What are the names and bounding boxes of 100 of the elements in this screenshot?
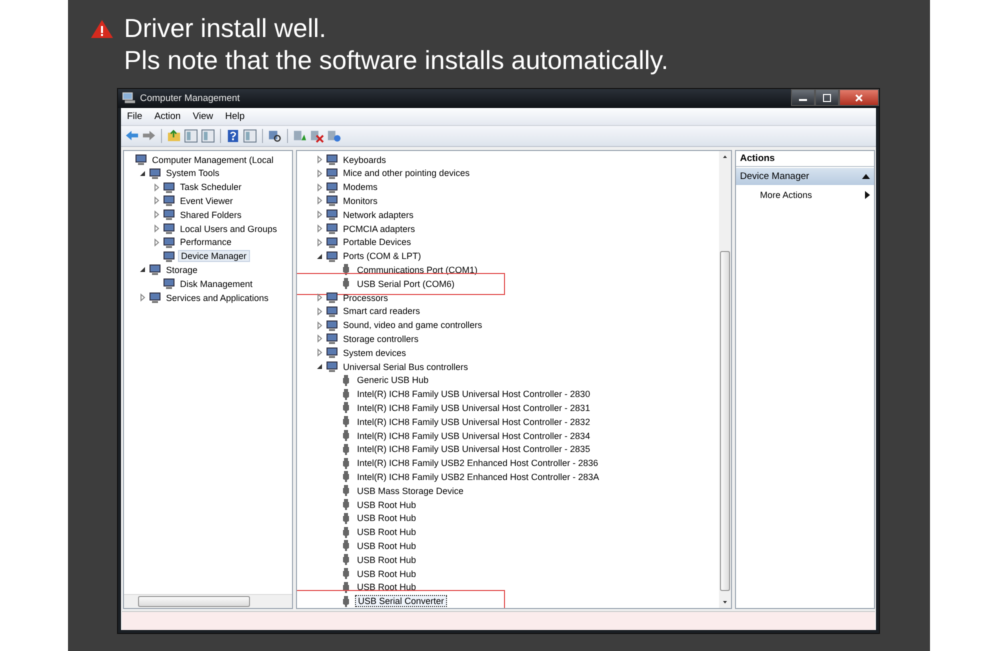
tree-item[interactable]: Device Manager bbox=[178, 250, 250, 262]
collapsed-arrow-icon[interactable] bbox=[152, 196, 161, 206]
tree-item[interactable]: Processors bbox=[341, 292, 390, 303]
tree-item[interactable]: Ports (COM & LPT) bbox=[341, 251, 424, 262]
tree-item[interactable]: Performance bbox=[178, 237, 234, 248]
usb-plug-icon bbox=[340, 458, 352, 469]
device-icon bbox=[163, 278, 175, 290]
tree-item[interactable]: Task Scheduler bbox=[178, 182, 244, 192]
tree-item[interactable]: Monitors bbox=[341, 196, 380, 206]
collapsed-arrow-icon[interactable] bbox=[152, 238, 161, 247]
tree-item[interactable]: System devices bbox=[341, 348, 408, 358]
collapsed-arrow-icon[interactable] bbox=[315, 320, 324, 330]
expanded-arrow-icon[interactable] bbox=[315, 252, 324, 261]
collapsed-arrow-icon[interactable] bbox=[152, 210, 161, 220]
collapsed-arrow-icon[interactable] bbox=[315, 224, 324, 234]
expanded-arrow-icon[interactable] bbox=[138, 168, 147, 178]
collapsed-arrow-icon[interactable] bbox=[315, 182, 324, 192]
tree-item[interactable]: USB Root Hub bbox=[355, 540, 418, 551]
properties-icon[interactable] bbox=[201, 128, 215, 143]
actions-group-header[interactable]: Device Manager bbox=[736, 168, 874, 185]
tree-item[interactable]: USB Serial Port (COM6) bbox=[355, 278, 457, 289]
console-tree-icon[interactable] bbox=[184, 128, 198, 143]
collapsed-arrow-icon[interactable] bbox=[152, 182, 161, 192]
tree-item[interactable]: Network adapters bbox=[341, 210, 416, 220]
back-arrow-icon[interactable] bbox=[125, 128, 139, 143]
device-category-icon bbox=[326, 361, 338, 372]
tree-item[interactable]: Computer Management (Local bbox=[150, 154, 276, 165]
vertical-scrollbar[interactable] bbox=[719, 150, 731, 608]
tree-item[interactable]: USB Root Hub bbox=[355, 554, 418, 565]
horizontal-scrollbar[interactable] bbox=[124, 594, 292, 608]
scan-hardware-icon[interactable] bbox=[268, 128, 282, 143]
expanded-arrow-icon[interactable] bbox=[138, 265, 147, 274]
tree-item[interactable]: Modems bbox=[341, 182, 380, 192]
collapsed-arrow-icon[interactable] bbox=[315, 168, 324, 178]
expanded-arrow-icon[interactable] bbox=[315, 362, 324, 372]
tree-item[interactable]: Intel(R) ICH8 Family USB Universal Host Controller - 2834 bbox=[355, 430, 592, 441]
menu-item[interactable]: File bbox=[121, 110, 148, 122]
tree-item[interactable]: Smart card readers bbox=[341, 306, 422, 316]
tree-item[interactable]: Communications Port (COM1) bbox=[355, 264, 480, 275]
tree-item[interactable]: Event Viewer bbox=[178, 196, 235, 206]
tree-item[interactable]: USB Root Hub bbox=[355, 513, 418, 524]
tree-item[interactable]: Intel(R) ICH8 Family USB Universal Host Controller - 2830 bbox=[355, 389, 592, 400]
tree-item[interactable]: Storage bbox=[164, 264, 200, 275]
tree-item[interactable]: Intel(R) ICH8 Family USB2 Enhanced Host Controller - 283A bbox=[355, 472, 602, 482]
tree-item[interactable]: Intel(R) ICH8 Family USB Universal Host Controller - 2832 bbox=[355, 416, 592, 427]
tree-item[interactable]: Universal Serial Bus controllers bbox=[341, 362, 470, 372]
tree-item[interactable]: Mice and other pointing devices bbox=[341, 168, 472, 178]
collapsed-arrow-icon[interactable] bbox=[315, 196, 324, 206]
tree-item[interactable]: Services and Applications bbox=[164, 292, 271, 303]
tree-item[interactable]: Intel(R) ICH8 Family USB Universal Host Controller - 2835 bbox=[355, 444, 592, 454]
forward-arrow-icon[interactable] bbox=[142, 128, 156, 143]
enable-device-icon[interactable] bbox=[327, 128, 341, 143]
tree-item[interactable]: USB Root Hub bbox=[355, 527, 418, 538]
device-category-icon bbox=[326, 292, 338, 304]
tree-item[interactable]: Storage controllers bbox=[341, 334, 421, 344]
update-driver-icon[interactable] bbox=[293, 128, 307, 143]
tree-item[interactable]: USB Root Hub bbox=[355, 500, 418, 510]
device-category-icon bbox=[326, 209, 338, 220]
device-category-icon bbox=[326, 250, 338, 262]
device-category-icon bbox=[326, 320, 338, 331]
minimize-button[interactable] bbox=[791, 89, 815, 106]
uninstall-icon[interactable] bbox=[310, 128, 324, 143]
collapsed-arrow-icon[interactable] bbox=[152, 224, 161, 234]
tree-item[interactable]: Portable Devices bbox=[341, 237, 414, 248]
collapsed-arrow-icon[interactable] bbox=[315, 155, 324, 164]
folder-up-icon[interactable] bbox=[167, 128, 181, 143]
menu-item[interactable]: View bbox=[186, 110, 220, 122]
close-button[interactable] bbox=[839, 89, 879, 106]
collapsed-arrow-icon[interactable] bbox=[315, 293, 324, 302]
collapsed-arrow-icon[interactable] bbox=[315, 348, 324, 358]
tree-item[interactable]: USB Mass Storage Device bbox=[355, 486, 466, 496]
tree-item[interactable]: Keyboards bbox=[341, 154, 388, 165]
tree-item[interactable]: Intel(R) ICH8 Family USB2 Enhanced Host Controller - 2836 bbox=[355, 458, 600, 468]
tree-item[interactable]: System Tools bbox=[164, 168, 222, 178]
tree-item[interactable]: USB Serial Converter bbox=[355, 595, 448, 608]
collapsed-arrow-icon[interactable] bbox=[138, 293, 147, 302]
maximize-button[interactable] bbox=[815, 89, 839, 106]
usb-plug-icon bbox=[340, 596, 352, 607]
action-pane-icon[interactable] bbox=[243, 128, 257, 143]
collapsed-arrow-icon[interactable] bbox=[315, 306, 324, 316]
tree-item[interactable]: Disk Management bbox=[178, 278, 255, 289]
device-icon bbox=[149, 264, 161, 276]
tree-item[interactable]: USB Root Hub bbox=[355, 582, 418, 592]
help-icon[interactable] bbox=[226, 128, 240, 143]
tree-item[interactable]: Sound, video and game controllers bbox=[341, 320, 484, 330]
collapsed-arrow-icon[interactable] bbox=[315, 334, 324, 344]
device-icon bbox=[149, 292, 161, 304]
action-item[interactable]: More Actions bbox=[736, 184, 874, 200]
tree-item[interactable]: Generic USB Hub bbox=[355, 375, 431, 386]
collapse-icon[interactable] bbox=[862, 173, 870, 180]
usb-plug-icon bbox=[340, 374, 352, 386]
tree-item[interactable]: PCMCIA adapters bbox=[341, 224, 418, 234]
menu-item[interactable]: Help bbox=[219, 110, 251, 122]
collapsed-arrow-icon[interactable] bbox=[315, 238, 324, 247]
tree-item[interactable]: Intel(R) ICH8 Family USB Universal Host Controller - 2831 bbox=[355, 402, 592, 413]
tree-item[interactable]: USB Root Hub bbox=[355, 568, 418, 578]
menu-item[interactable]: Action bbox=[148, 110, 187, 122]
collapsed-arrow-icon[interactable] bbox=[315, 210, 324, 220]
tree-item[interactable]: Shared Folders bbox=[178, 210, 244, 220]
tree-item[interactable]: Local Users and Groups bbox=[178, 224, 280, 234]
